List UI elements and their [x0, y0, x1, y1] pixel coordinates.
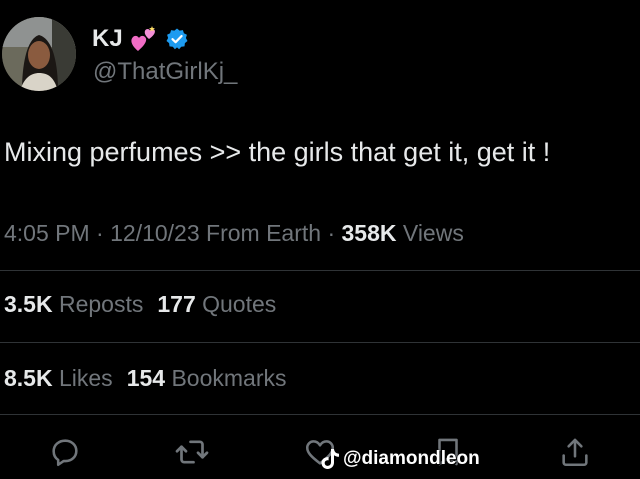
tweet-time: 4:05 PM — [4, 220, 90, 246]
reposts-stat[interactable]: 3.5K Reposts — [4, 291, 143, 317]
reposts-label: Reposts — [58, 291, 144, 317]
reply-button[interactable] — [45, 432, 85, 472]
tiktok-icon — [321, 449, 339, 469]
quotes-label: Quotes — [202, 291, 277, 317]
quotes-count: 177 — [157, 291, 196, 317]
quotes-stat[interactable]: 177 Quotes — [157, 291, 276, 317]
meta-separator: · — [96, 220, 104, 246]
bookmarks-count: 154 — [126, 365, 166, 391]
divider — [0, 414, 640, 415]
watermark: @diamondleon — [320, 446, 480, 472]
repost-button[interactable] — [172, 432, 212, 472]
hearts-emoji-icon — [129, 24, 159, 54]
bookmarks-label: Bookmarks — [171, 365, 287, 391]
bookmarks-stat[interactable]: 154 Bookmarks — [127, 365, 287, 391]
reply-icon — [52, 439, 78, 467]
tweet-meta: 4:05 PM · 12/10/23 From Earth · 358K Vie… — [4, 220, 464, 247]
author-handle[interactable]: @ThatGirlKj_ — [93, 58, 237, 86]
share-button[interactable] — [555, 432, 595, 472]
likes-count: 8.5K — [4, 365, 53, 391]
verified-badge-icon — [165, 27, 189, 51]
reposts-count: 3.5K — [4, 291, 53, 317]
avatar-image — [2, 17, 76, 91]
reposts-quotes-row: 3.5K Reposts 177 Quotes — [4, 291, 276, 318]
likes-stat[interactable]: 8.5K Likes — [4, 365, 113, 391]
views-label[interactable]: Views — [403, 220, 464, 246]
tweet-text: Mixing perfumes >> the girls that get it… — [4, 137, 551, 167]
avatar[interactable] — [2, 17, 76, 91]
divider — [0, 270, 640, 271]
display-name[interactable]: KJ — [92, 25, 123, 53]
views-count[interactable]: 358K — [342, 220, 397, 246]
watermark-text: @diamondleon — [343, 448, 480, 469]
share-icon — [562, 438, 588, 467]
author-name-row[interactable]: KJ — [92, 22, 189, 56]
likes-bookmarks-row: 8.5K Likes 154 Bookmarks — [4, 365, 287, 392]
likes-label: Likes — [58, 365, 113, 391]
divider — [0, 342, 640, 343]
meta-separator: · — [327, 220, 336, 246]
tweet-date: 12/10/23 — [110, 220, 200, 246]
repost-icon — [175, 440, 209, 464]
tweet-source: From Earth — [206, 220, 322, 246]
